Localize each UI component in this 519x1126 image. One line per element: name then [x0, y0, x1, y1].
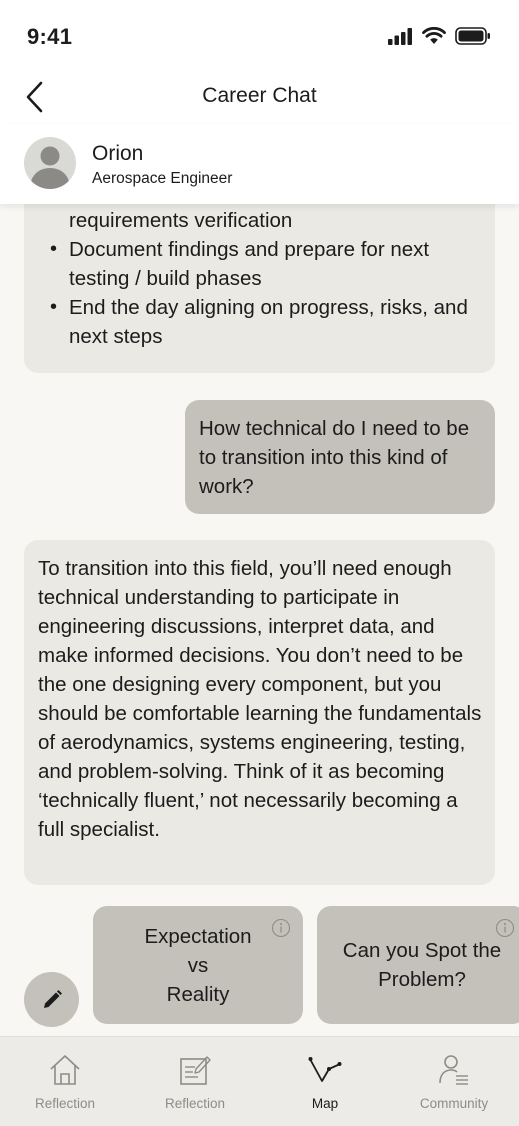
user-list-icon	[439, 1055, 468, 1085]
list-item: • Document findings and prepare for next…	[50, 235, 475, 293]
bot-message: To transition into this field, you’ll ne…	[24, 540, 495, 885]
list-item: • End the day aligning on progress, risk…	[50, 293, 475, 351]
contact-header: Orion Aerospace Engineer	[0, 124, 519, 204]
message-text: To transition into this field, you’ll ne…	[38, 557, 482, 841]
status-icons	[388, 27, 491, 45]
bot-message: requirements verification • Document fin…	[24, 204, 495, 373]
info-icon[interactable]	[271, 918, 291, 938]
status-bar: 9:41	[0, 0, 519, 70]
tab-label: Community	[419, 1096, 489, 1111]
tab-community[interactable]: Community	[389, 1037, 519, 1126]
pencil-icon	[43, 989, 62, 1008]
tab-map[interactable]: Map	[260, 1037, 390, 1126]
path-map-icon	[308, 1057, 342, 1082]
contact-name: Orion	[92, 142, 144, 165]
page-title: Career Chat	[202, 84, 317, 107]
message-text: How technical do I need to be to transit…	[199, 417, 470, 498]
info-icon[interactable]	[495, 918, 515, 938]
suggestion-card-spot-the-problem[interactable]: Can you Spot the Problem?	[317, 906, 519, 1024]
list-item-text: End the day aligning on progress, risks,…	[69, 296, 468, 348]
tab-label: Map	[311, 1096, 339, 1111]
suggestion-label: Can you Spot the Problem?	[342, 939, 502, 991]
suggestion-label: Expectation vs Reality	[144, 924, 252, 1006]
suggestion-card-expectation-vs-reality[interactable]: Expectation vs Reality	[93, 906, 303, 1024]
wifi-icon	[422, 27, 446, 44]
user-message: How technical do I need to be to transit…	[185, 400, 495, 514]
battery-icon	[455, 27, 490, 45]
avatar[interactable]	[24, 137, 76, 189]
status-time: 9:41	[27, 24, 73, 49]
list-item-text: Document findings and prepare for next t…	[69, 238, 430, 290]
chat-area[interactable]: requirements verification • Document fin…	[0, 204, 519, 1036]
bullet-icon: •	[50, 238, 58, 260]
edit-note-icon	[180, 1056, 211, 1085]
tab-label: Reflection	[164, 1096, 226, 1111]
tab-reflection-notes[interactable]: Reflection	[130, 1037, 260, 1126]
tab-reflection-home[interactable]: Reflection	[0, 1037, 130, 1126]
tab-label: Reflection	[34, 1096, 96, 1111]
signal-icon	[388, 27, 412, 45]
compose-button[interactable]	[24, 972, 79, 1027]
bullet-icon: •	[50, 296, 58, 318]
nav-header: Career Chat	[0, 70, 519, 124]
tab-bar: Reflection Reflection Map Community	[0, 1036, 519, 1126]
message-text: requirements verification	[69, 209, 293, 232]
contact-role: Aerospace Engineer	[92, 170, 233, 187]
home-icon	[50, 1055, 80, 1085]
person-icon	[30, 146, 70, 189]
